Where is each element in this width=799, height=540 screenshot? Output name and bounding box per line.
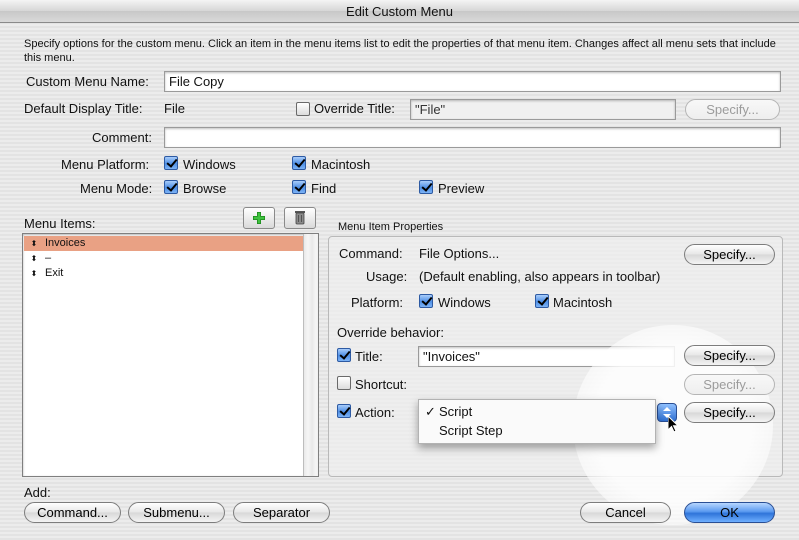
item-title-checkbox[interactable] <box>337 348 351 362</box>
command-label: Command: <box>339 246 403 261</box>
action-dropdown-menu: ✓ Script Script Step <box>418 399 656 444</box>
menu-name-label: Custom Menu Name: <box>26 74 149 89</box>
override-title-checkbox[interactable] <box>296 102 310 116</box>
override-title-label: Override Title: <box>314 101 395 116</box>
usage-label: Usage: <box>366 269 408 284</box>
list-item-label: Exit <box>45 267 64 279</box>
menu-items-label: Menu Items: <box>24 216 96 231</box>
list-item-label: – <box>45 252 52 264</box>
menu-platform-label: Menu Platform: <box>61 157 150 172</box>
platform-macintosh-checkbox[interactable] <box>292 156 306 170</box>
mouse-pointer-icon <box>668 416 680 433</box>
dialog-description: Specify options for the custom menu. Cli… <box>24 38 776 64</box>
command-value: File Options... <box>419 246 500 261</box>
item-platform-macintosh-checkbox[interactable] <box>535 294 549 308</box>
mode-preview-label: Preview <box>438 181 485 196</box>
menu-name-field[interactable]: File Copy <box>164 71 781 92</box>
default-display-title-value: File <box>164 101 185 116</box>
properties-header: Menu Item Properties <box>338 221 444 233</box>
delete-item-button[interactable] <box>284 207 316 229</box>
menu-option-script-step[interactable]: Script Step <box>439 423 503 438</box>
default-display-title-label: Default Display Title: <box>24 101 143 116</box>
menu-mode-label: Menu Mode: <box>80 181 153 196</box>
ok-button[interactable]: OK <box>684 502 775 523</box>
item-shortcut-label: Shortcut: <box>355 377 408 392</box>
add-item-button[interactable] <box>243 207 275 229</box>
item-platform-macintosh-label: Macintosh <box>553 295 613 310</box>
add-submenu-button[interactable]: Submenu... <box>128 502 225 523</box>
list-item[interactable]: ⬍ Exit <box>24 266 303 281</box>
override-title-field[interactable]: "File" <box>410 99 676 120</box>
command-specify-button[interactable]: Specify... <box>684 244 775 265</box>
cancel-button[interactable]: Cancel <box>580 502 671 523</box>
item-action-specify-button[interactable]: Specify... <box>684 402 775 423</box>
menu-option-script[interactable]: Script <box>439 404 472 419</box>
list-item-label: Invoices <box>45 237 86 249</box>
drag-handle-icon[interactable]: ⬍ <box>30 266 38 281</box>
item-title-label: Title: <box>355 349 383 364</box>
mode-browse-checkbox[interactable] <box>164 180 178 194</box>
override-behavior-label: Override behavior: <box>337 325 444 340</box>
comment-field[interactable] <box>164 127 781 148</box>
item-shortcut-checkbox[interactable] <box>337 376 351 390</box>
window-title: Edit Custom Menu <box>0 0 799 23</box>
trash-icon <box>295 211 305 225</box>
add-command-button[interactable]: Command... <box>24 502 121 523</box>
item-title-specify-button[interactable]: Specify... <box>684 345 775 366</box>
mode-find-label: Find <box>311 181 337 196</box>
list-scrollbar[interactable] <box>303 234 318 476</box>
item-action-checkbox[interactable] <box>337 404 351 418</box>
list-item[interactable]: ⬍ Invoices <box>24 236 303 251</box>
usage-value: (Default enabling, also appears in toolb… <box>419 269 661 284</box>
list-item[interactable]: ⬍ – <box>24 251 303 266</box>
item-platform-windows-checkbox[interactable] <box>419 294 433 308</box>
platform-macintosh-label: Macintosh <box>311 157 371 172</box>
platform-windows-checkbox[interactable] <box>164 156 178 170</box>
item-shortcut-specify-button[interactable]: Specify... <box>684 374 775 395</box>
item-action-label: Action: <box>355 405 395 420</box>
override-title-specify-button[interactable]: Specify... <box>685 99 780 120</box>
item-platform-label: Platform: <box>351 295 404 310</box>
mode-browse-label: Browse <box>183 181 227 196</box>
comment-label: Comment: <box>92 130 152 145</box>
checkmark-icon: ✓ <box>425 404 436 419</box>
drag-handle-icon[interactable]: ⬍ <box>30 236 38 251</box>
add-separator-button[interactable]: Separator <box>233 502 330 523</box>
drag-handle-icon[interactable]: ⬍ <box>30 251 38 266</box>
menu-items-list[interactable]: ⬍ Invoices ⬍ – ⬍ Exit <box>22 233 319 477</box>
plus-icon <box>253 212 265 224</box>
platform-windows-label: Windows <box>183 157 236 172</box>
mode-find-checkbox[interactable] <box>292 180 306 194</box>
item-platform-windows-label: Windows <box>438 295 491 310</box>
mode-preview-checkbox[interactable] <box>419 180 433 194</box>
edit-custom-menu-dialog: Edit Custom Menu Specify options for the… <box>0 0 799 540</box>
item-title-field[interactable]: "Invoices" <box>418 346 675 367</box>
add-label: Add: <box>24 485 51 500</box>
